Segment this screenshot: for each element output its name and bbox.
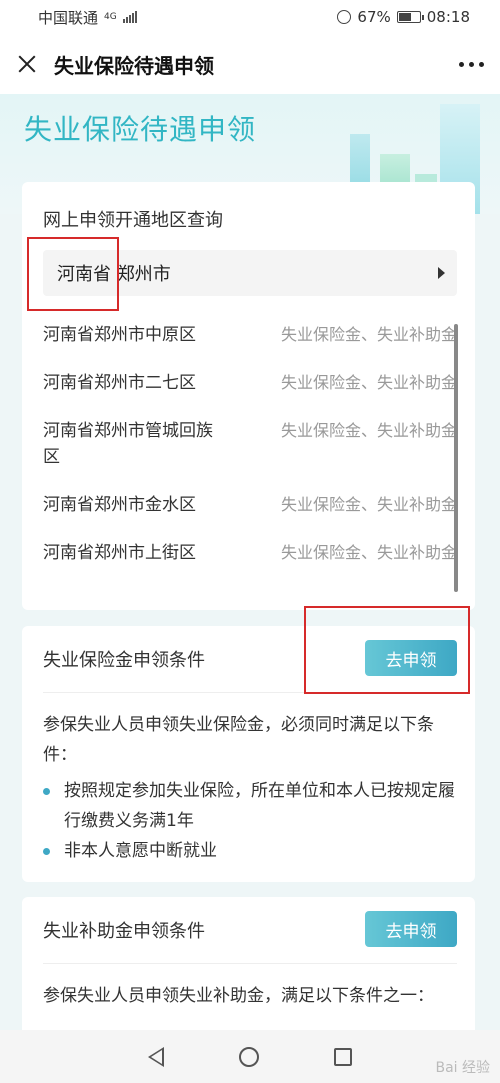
- district-name: 河南省郑州市上街区: [43, 543, 196, 563]
- district-benefit: 失业保险金、失业补助金: [280, 543, 457, 562]
- district-name: 河南省郑州市管城回族区: [43, 421, 213, 467]
- status-left: 中国联通 4G: [38, 7, 137, 28]
- carrier-label: 中国联通: [38, 8, 99, 27]
- district-benefit: 失业保险金、失业补助金: [280, 495, 457, 514]
- hero-title: 失业保险待遇申领: [24, 113, 257, 146]
- highlight-box: [27, 237, 119, 311]
- arrow-right-icon: [438, 267, 445, 279]
- list-item: 非本人意愿中断就业: [43, 836, 457, 866]
- clock: 08:18: [426, 8, 470, 26]
- district-benefit: 失业保险金、失业补助金: [280, 325, 457, 344]
- more-options-icon[interactable]: [459, 61, 484, 67]
- list-item: 河南省郑州市管城回族区 失业保险金、失业补助金: [43, 418, 457, 470]
- network-label: 4G: [104, 12, 117, 22]
- alarm-icon: [337, 10, 352, 24]
- bullet-icon: [43, 848, 50, 855]
- list-item: 河南省郑州市金水区 失业保险金、失业补助金: [43, 492, 457, 518]
- system-nav-bar: Bai 经验: [0, 1030, 500, 1083]
- condition-text: 非本人意愿中断就业: [64, 841, 217, 861]
- battery-icon: [396, 11, 424, 23]
- scrollbar[interactable]: [454, 324, 458, 592]
- close-icon[interactable]: [16, 53, 38, 75]
- district-benefit: 失业保险金、失业补助金: [280, 373, 457, 392]
- condition-list: 按照规定参加失业保险，所在单位和本人已按规定履行缴费义务满1年 非本人意愿中断就…: [43, 776, 457, 866]
- district-name: 河南省郑州市二七区: [43, 373, 196, 393]
- back-icon[interactable]: [147, 1046, 164, 1067]
- watermark: Bai 经验: [435, 1060, 490, 1076]
- status-right: 67% 08:18: [337, 8, 470, 26]
- insurance-description: 参保失业人员申领失业保险金，必须同时满足以下条件：: [43, 715, 434, 765]
- recent-apps-icon[interactable]: [334, 1047, 353, 1066]
- battery-fill: [398, 13, 412, 21]
- region-card-title: 网上申领开通地区查询: [43, 210, 223, 231]
- signal-icon: [122, 11, 137, 23]
- subsidy-conditions-card: 失业补助金申领条件 去申领 参保失业人员申领失业补助金，满足以下条件之一：: [22, 897, 475, 1037]
- condition-text: 按照规定参加失业保险，所在单位和本人已按规定履行缴费义务满1年: [64, 781, 455, 831]
- subsidy-section-title: 失业补助金申领条件: [43, 921, 205, 942]
- divider: [43, 963, 457, 964]
- district-name: 河南省郑州市中原区: [43, 325, 196, 345]
- nav-title: 失业保险待遇申领: [54, 53, 214, 78]
- list-item: 河南省郑州市中原区 失业保险金、失业补助金: [43, 322, 457, 348]
- home-icon[interactable]: [238, 1046, 259, 1067]
- battery-percent: 67%: [357, 8, 391, 26]
- subsidy-description: 参保失业人员申领失业补助金，满足以下条件之一：: [43, 986, 434, 1006]
- insurance-section-title: 失业保险金申领条件: [43, 650, 205, 671]
- list-item: 按照规定参加失业保险，所在单位和本人已按规定履行缴费义务满1年: [43, 776, 457, 836]
- bullet-icon: [43, 788, 50, 795]
- district-list[interactable]: 河南省郑州市中原区 失业保险金、失业补助金 河南省郑州市二七区 失业保险金、失业…: [43, 322, 457, 588]
- subsidy-apply-button[interactable]: 去申领: [365, 911, 457, 947]
- list-item: 河南省郑州市二七区 失业保险金、失业补助金: [43, 370, 457, 396]
- nav-bar: 失业保险待遇申领: [0, 34, 500, 94]
- district-benefit: 失业保险金、失业补助金: [280, 421, 457, 440]
- status-bar: 中国联通 4G 67% 08:18: [0, 0, 500, 34]
- list-item: 河南省郑州市上街区 失业保险金、失业补助金: [43, 540, 457, 566]
- highlight-box: [304, 606, 470, 694]
- district-name: 河南省郑州市金水区: [43, 495, 196, 515]
